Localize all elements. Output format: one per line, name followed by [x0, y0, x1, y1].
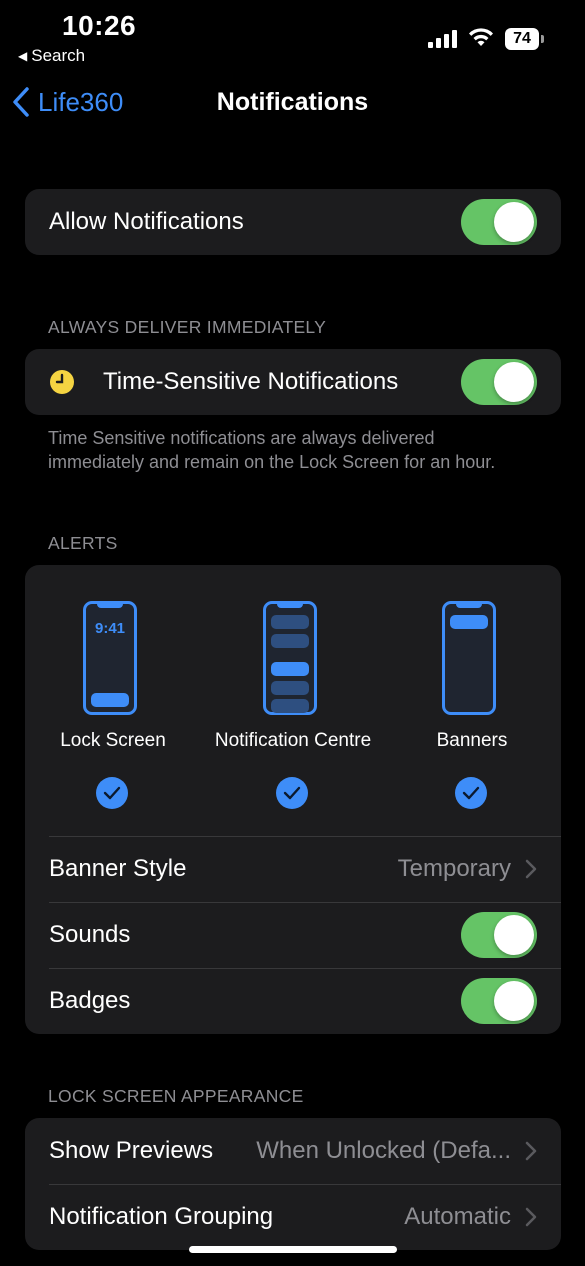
always-deliver-header: ALWAYS DELIVER IMMEDIATELY: [48, 317, 327, 337]
chevron-right-icon: [525, 1141, 537, 1161]
notification-centre-label: Notification Centre: [214, 730, 372, 751]
battery-level: 74: [505, 28, 539, 50]
alerts-header: ALERTS: [48, 533, 118, 553]
show-previews-row[interactable]: Show Previews When Unlocked (Defa...: [25, 1118, 561, 1184]
banners-checkmark[interactable]: [455, 777, 487, 809]
sounds-row: Sounds: [25, 902, 561, 968]
lock-screen-label: Lock Screen: [60, 730, 166, 751]
allow-notifications-toggle[interactable]: [461, 199, 537, 245]
clock-icon: [50, 370, 74, 394]
sounds-label: Sounds: [49, 921, 131, 948]
chevron-right-icon: [525, 859, 537, 879]
wifi-icon: [469, 28, 493, 46]
banner-style-value: Temporary: [397, 855, 511, 882]
notification-centre-phone-icon: [263, 601, 317, 715]
time-sensitive-group: Time-Sensitive Notifications: [25, 349, 561, 415]
show-previews-label: Show Previews: [49, 1137, 214, 1164]
lock-screen-checkmark[interactable]: [96, 777, 128, 809]
battery-icon: 74: [505, 28, 545, 50]
time-sensitive-label: Time-Sensitive Notifications: [103, 368, 399, 395]
chevron-right-icon: [525, 1207, 537, 1227]
time-sensitive-footnote: Time Sensitive notifications are always …: [48, 428, 496, 472]
alerts-group: 9:41 Lock Screen Notification Centre Ban…: [25, 565, 561, 1034]
notification-grouping-value: Automatic: [404, 1203, 511, 1230]
lock-screen-appearance-header: LOCK SCREEN APPEARANCE: [48, 1086, 304, 1106]
back-triangle-icon: ◀: [18, 49, 28, 63]
sounds-toggle[interactable]: [461, 912, 537, 958]
page-title: Notifications: [216, 88, 369, 116]
badges-row: Badges: [25, 968, 561, 1034]
notification-grouping-label: Notification Grouping: [49, 1203, 274, 1230]
notification-grouping-row[interactable]: Notification Grouping Automatic: [25, 1184, 561, 1250]
checkmark-icon: [103, 786, 121, 800]
banner-style-label: Banner Style: [49, 855, 187, 882]
cellular-signal-icon: [428, 30, 458, 48]
badges-label: Badges: [49, 987, 131, 1014]
banners-label: Banners: [436, 730, 508, 751]
lock-screen-phone-icon: 9:41: [83, 601, 137, 715]
checkmark-icon: [462, 786, 480, 800]
allow-notifications-group: Allow Notifications: [25, 189, 561, 255]
banners-phone-icon: [442, 601, 496, 715]
back-to-search-label: Search: [31, 46, 86, 65]
home-indicator[interactable]: [189, 1246, 397, 1253]
time-sensitive-toggle[interactable]: [461, 359, 537, 405]
notification-centre-checkmark[interactable]: [276, 777, 308, 809]
checkmark-icon: [283, 786, 301, 800]
allow-notifications-label: Allow Notifications: [49, 208, 244, 235]
banner-style-row[interactable]: Banner Style Temporary: [25, 836, 561, 902]
lock-screen-preview-time: 9:41: [94, 620, 126, 637]
allow-notifications-row: Allow Notifications: [25, 189, 561, 255]
show-previews-value: When Unlocked (Defa...: [256, 1137, 511, 1164]
status-time: 10:26: [62, 10, 137, 41]
lock-screen-appearance-group: Show Previews When Unlocked (Defa... Not…: [25, 1118, 561, 1250]
badges-toggle[interactable]: [461, 978, 537, 1024]
time-sensitive-row: Time-Sensitive Notifications: [25, 349, 561, 415]
back-to-search[interactable]: ◀ Search: [18, 46, 85, 66]
alert-styles: 9:41 Lock Screen Notification Centre Ban…: [25, 565, 561, 836]
